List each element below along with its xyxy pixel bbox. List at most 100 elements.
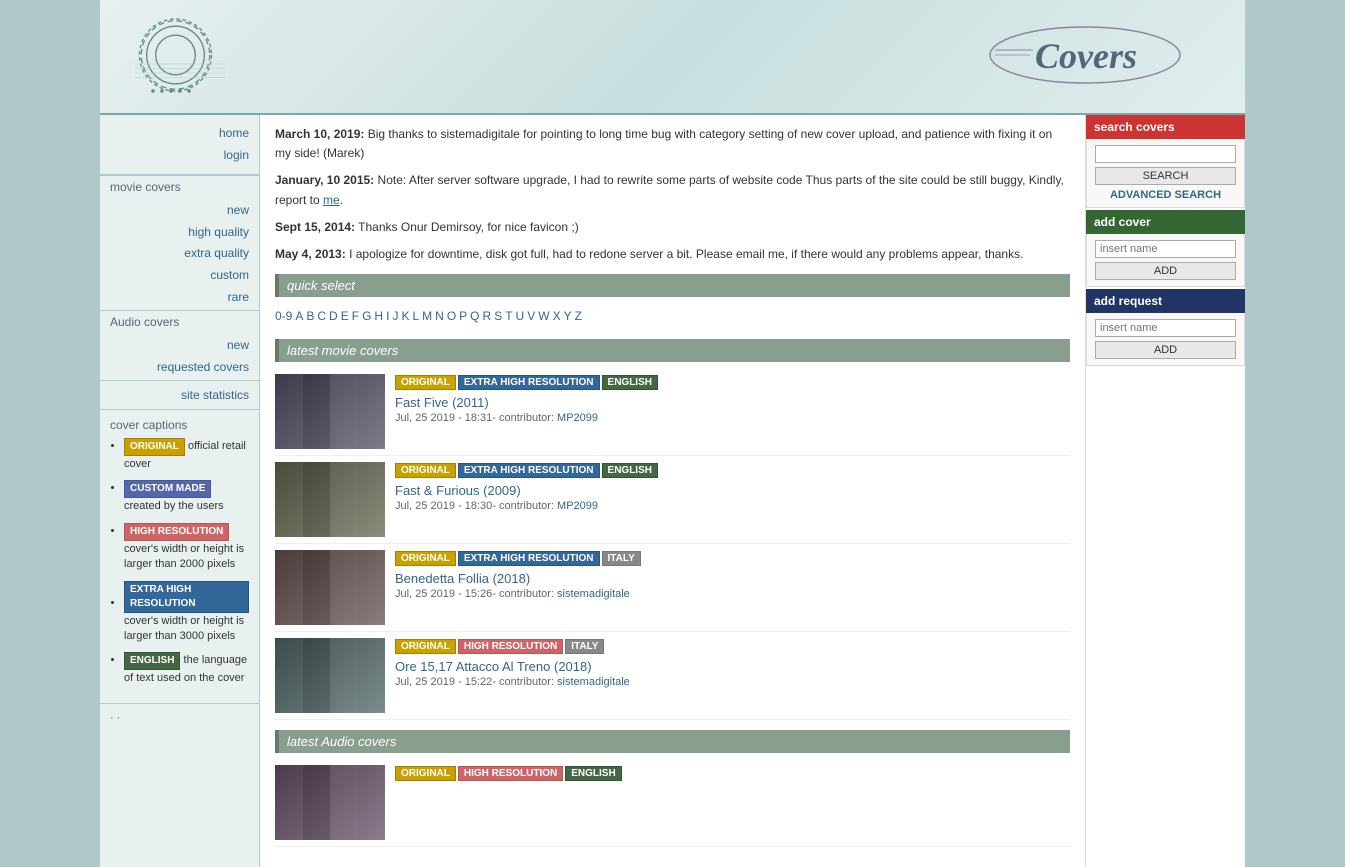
alpha-nav-item[interactable]: M (422, 309, 432, 323)
caption-custom-text: created by the users (124, 500, 224, 512)
alpha-nav-item[interactable]: J (392, 309, 398, 323)
cover-contributor-link[interactable]: MP2099 (557, 412, 598, 424)
add-request-body: ADD (1086, 313, 1245, 366)
news-item-2: Sept 15, 2014: Thanks Onur Demirsoy, for… (275, 218, 1070, 237)
alpha-nav-item[interactable]: G (362, 309, 371, 323)
add-cover-section: add cover ADD (1086, 210, 1245, 287)
sidebar-item-audio-new[interactable]: new (110, 335, 249, 357)
cover-title-link[interactable]: Benedetta Follia (2018) (395, 571, 530, 586)
movie-covers-list: ORIGINALEXTRA HIGH RESOLUTIONENGLISH Fast… (275, 368, 1070, 720)
alpha-nav-item[interactable]: H (374, 309, 383, 323)
cover-title: Fast Five (2011) (395, 395, 1070, 410)
search-body: SEARCH ADVANCED SEARCH (1086, 139, 1245, 208)
cover-meta: Jul, 25 2019 - 18:31- contributor: MP209… (395, 412, 1070, 424)
news-item-0: March 10, 2019: Big thanks to sistemadig… (275, 125, 1070, 163)
alpha-nav-item[interactable]: Y (564, 309, 572, 323)
sidebar-footer-link[interactable]: · · (110, 712, 120, 724)
alpha-nav-item[interactable]: I (386, 309, 389, 323)
sidebar-item-custom[interactable]: custom (110, 265, 249, 287)
cover-badge: ORIGINAL (395, 766, 456, 781)
news-item-3: May 4, 2013: I apologize for downtime, d… (275, 245, 1070, 264)
news-date-0: March 10, 2019: (275, 127, 364, 141)
add-cover-input[interactable] (1095, 240, 1236, 258)
sidebar-item-login[interactable]: login (110, 145, 249, 167)
news-text-0: Big thanks to sistemadigitale for pointi… (275, 127, 1052, 160)
cover-badge: ORIGINAL (395, 375, 456, 390)
search-input[interactable] (1095, 145, 1236, 163)
cover-badge: ENGLISH (565, 766, 621, 781)
right-sidebar: search covers SEARCH ADVANCED SEARCH add… (1085, 115, 1245, 867)
sidebar-cover-captions: cover captions ORIGINAL official retail … (100, 409, 259, 703)
cover-thumbnail[interactable] (275, 550, 385, 625)
cover-info: ORIGINALHIGH RESOLUTIONENGLISH (395, 765, 1070, 786)
alpha-navigation: 0-9ABCDEFGHIJKLMNOPQRSTUVWXYZ (275, 303, 1070, 329)
add-cover-body: ADD (1086, 234, 1245, 287)
captions-list: ORIGINAL official retail cover CUSTOM MA… (110, 438, 249, 687)
cover-contributor-link[interactable]: MP2099 (557, 500, 598, 512)
alpha-nav-item[interactable]: C (317, 309, 326, 323)
cover-contributor-link[interactable]: sistemadigitale (557, 588, 630, 600)
alpha-nav-item[interactable]: P (459, 309, 467, 323)
site-logo: Covers (985, 20, 1185, 93)
cover-title: Ore 15,17 Attacco Al Treno (2018) (395, 659, 1070, 674)
alpha-nav-item[interactable]: S (494, 309, 502, 323)
alpha-nav-item[interactable]: X (553, 309, 561, 323)
alpha-nav-item[interactable]: V (527, 309, 535, 323)
cover-badges: ORIGINALEXTRA HIGH RESOLUTIONENGLISH (395, 374, 1070, 391)
cover-contributor-link[interactable]: sistemadigitale (557, 676, 630, 688)
news-date-3: May 4, 2013: (275, 247, 346, 261)
header: .gear-path { fill: none; stroke: #668888… (100, 0, 1245, 115)
alpha-nav-item[interactable]: D (329, 309, 338, 323)
news-link-me[interactable]: me (323, 193, 340, 207)
alpha-nav-item[interactable]: T (505, 309, 512, 323)
cover-title-link[interactable]: Ore 15,17 Attacco Al Treno (2018) (395, 659, 592, 674)
advanced-search-link[interactable]: ADVANCED SEARCH (1095, 189, 1236, 201)
alpha-nav-item[interactable]: F (352, 309, 359, 323)
alpha-nav-item[interactable]: L (412, 309, 419, 323)
caption-high-res: HIGH RESOLUTION cover's width or height … (124, 523, 249, 573)
sidebar-item-home[interactable]: home (110, 123, 249, 145)
add-request-input[interactable] (1095, 319, 1236, 337)
news-date-1: January, 10 2015: (275, 173, 374, 187)
alpha-nav-item[interactable]: W (538, 309, 549, 323)
cover-title-link[interactable]: Fast & Furious (2009) (395, 483, 521, 498)
cover-badge: ORIGINAL (395, 463, 456, 478)
alpha-nav-item[interactable]: B (306, 309, 314, 323)
sidebar-item-site-statistics[interactable]: site statistics (110, 385, 249, 407)
search-button[interactable]: SEARCH (1095, 167, 1236, 185)
cover-badge: EXTRA HIGH RESOLUTION (458, 463, 600, 478)
cover-thumbnail[interactable] (275, 638, 385, 713)
alpha-nav-item[interactable]: K (401, 309, 409, 323)
news-section: March 10, 2019: Big thanks to sistemadig… (275, 125, 1070, 264)
quick-select-header: quick select (275, 274, 1070, 297)
sidebar-item-movie-new[interactable]: new (110, 200, 249, 222)
cover-badge: EXTRA HIGH RESOLUTION (458, 375, 600, 390)
cover-title-link[interactable]: Fast Five (2011) (395, 395, 489, 410)
cover-thumbnail[interactable] (275, 374, 385, 449)
table-row: ORIGINALHIGH RESOLUTIONENGLISH (275, 759, 1070, 847)
alpha-nav-item[interactable]: 0-9 (275, 309, 292, 323)
alpha-nav-item[interactable]: O (447, 309, 456, 323)
alpha-nav-item[interactable]: E (341, 309, 349, 323)
alpha-nav-item[interactable]: Z (575, 309, 582, 323)
sidebar-item-requested-covers[interactable]: requested covers (110, 357, 249, 379)
caption-custom: CUSTOM MADE created by the users (124, 480, 249, 514)
alpha-nav-item[interactable]: U (516, 309, 525, 323)
table-row: ORIGINALEXTRA HIGH RESOLUTIONITALYBenede… (275, 544, 1070, 632)
alpha-nav-item[interactable]: Q (470, 309, 479, 323)
cover-thumbnail[interactable] (275, 765, 385, 840)
add-cover-button[interactable]: ADD (1095, 262, 1236, 280)
cover-thumbnail[interactable] (275, 462, 385, 537)
sidebar-item-rare[interactable]: rare (110, 287, 249, 309)
alpha-nav-item[interactable]: A (295, 309, 303, 323)
add-request-button[interactable]: ADD (1095, 341, 1236, 359)
badge-high-resolution: HIGH RESOLUTION (124, 523, 229, 541)
sidebar-item-extra-quality[interactable]: extra quality (110, 243, 249, 265)
alpha-nav-item[interactable]: R (483, 309, 492, 323)
sidebar-item-high-quality[interactable]: high quality (110, 222, 249, 244)
news-link-after-1: . (340, 193, 343, 207)
badge-custom-made: CUSTOM MADE (124, 480, 211, 498)
latest-audio-covers-header: latest Audio covers (275, 730, 1070, 753)
alpha-nav-item[interactable]: N (435, 309, 444, 323)
add-cover-header: add cover (1086, 210, 1245, 234)
